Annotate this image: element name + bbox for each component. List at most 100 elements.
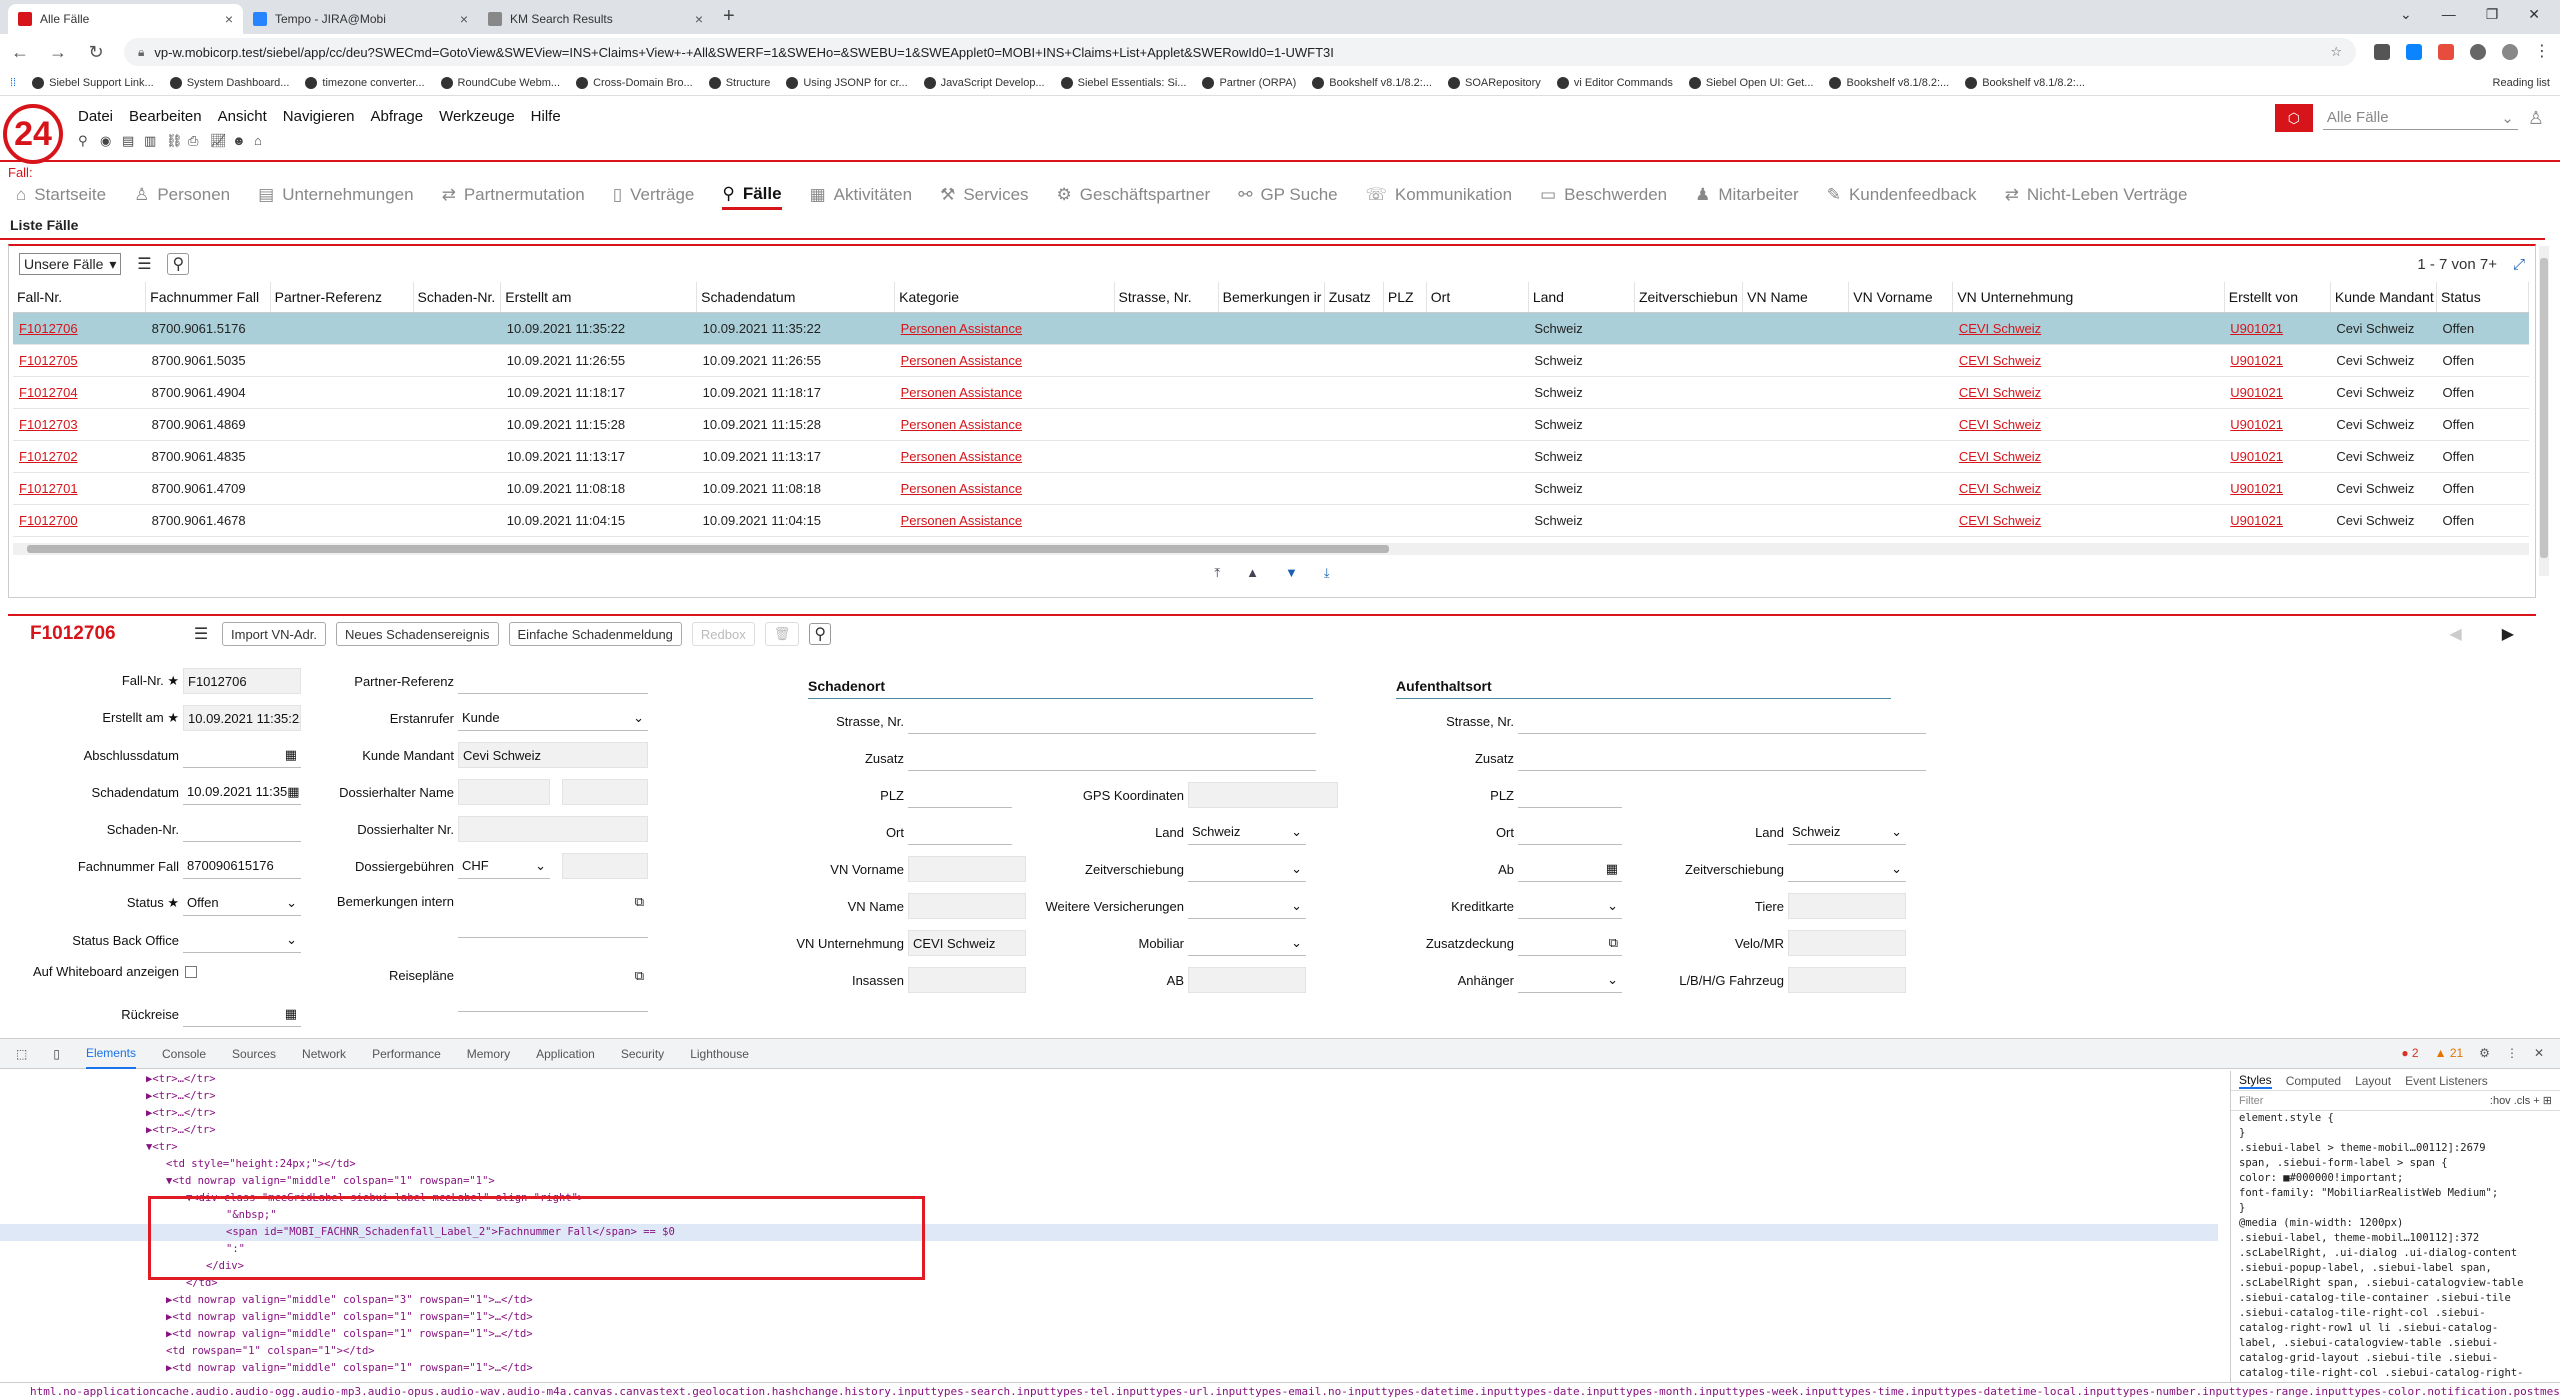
screen-tab[interactable]: ⌂ Startseite [16,180,106,210]
devtools-tab[interactable]: Elements [85,1039,136,1069]
cell-link[interactable]: U901021 [2230,449,2283,464]
cell-link[interactable]: CEVI Schweiz [1959,417,2041,432]
devtools-tab[interactable]: Console [162,1047,206,1061]
cell-link[interactable]: CEVI Schweiz [1959,353,2041,368]
screen-tab[interactable]: ✎ Kundenfeedback [1827,180,1977,210]
screen-tab[interactable]: ♟ Mitarbeiter [1695,180,1799,210]
redbox-button[interactable]: Redbox [691,622,755,646]
column-header[interactable]: Fachnummer Fall [145,282,271,313]
cell-link[interactable]: Personen Assistance [901,385,1022,400]
cell-link[interactable]: U901021 [2230,417,2283,432]
forward-icon[interactable]: → [48,42,68,63]
doc-icon[interactable]: ▤ [122,134,136,148]
dom-node-line[interactable]: <span id="MOBI_FACHNR_Schadenfall_Label_… [0,1224,2218,1241]
screen-tab[interactable]: ⚲ Fälle [722,180,782,210]
column-header[interactable]: Status [2436,282,2529,313]
dom-node-line[interactable]: ▶<td nowrap valign="middle" colspan="3" … [0,1292,2218,1309]
calendar-icon[interactable]: ▦ [1606,861,1618,877]
view-selector[interactable]: Alle Fälle ⌄ [2322,106,2518,130]
search-icon[interactable]: ⚲ [809,623,832,645]
cell-link[interactable]: Personen Assistance [901,353,1022,368]
bookmark-item[interactable]: Bookshelf v8.1/8.2:... [1829,76,1949,89]
warning-count[interactable]: ▲ 21 [2435,1046,2464,1060]
cell-link[interactable]: F1012701 [19,481,78,496]
user-icon[interactable]: ♙ [2528,108,2544,129]
menu-item[interactable]: Ansicht [218,108,267,125]
previous-record-icon[interactable]: ▲ [1246,565,1259,581]
next-record-icon[interactable]: ▼ [1285,565,1298,581]
calendar-icon[interactable]: ▦ [285,1006,297,1022]
styles-tab[interactable]: Layout [2355,1074,2391,1088]
bookmark-item[interactable]: Bookshelf v8.1/8.2:... [1312,76,1432,89]
screen-tab[interactable]: ⇄ Nicht-Leben Verträge [2005,180,2188,210]
dom-node-line[interactable]: ▼<tr> [0,1139,2218,1156]
menu-item[interactable]: Werkzeuge [439,108,515,125]
column-header[interactable]: Bemerkungen ir [1218,282,1325,313]
expand-icon[interactable]: ⧉ [635,894,644,910]
column-header[interactable]: Strasse, Nr. [1114,282,1219,313]
styles-tab[interactable]: Computed [2286,1074,2341,1088]
bookmark-item[interactable]: Using JSONP for cr... [786,76,908,89]
devtools-tab[interactable]: Lighthouse [690,1047,749,1061]
column-header[interactable]: Schadendatum [696,282,896,313]
device-toggle-icon[interactable]: ▯ [53,1047,60,1061]
a-plz-field[interactable] [1518,782,1622,808]
devtools-tab[interactable]: Performance [372,1047,441,1061]
note-icon[interactable]: ▥ [144,134,158,148]
zusatzdeckung-field[interactable]: ⧉ [1518,930,1622,956]
fahrzeug-field[interactable] [1788,967,1906,993]
tab-search-icon[interactable]: ⌄ [2400,6,2412,23]
dom-node-line[interactable]: "&nbsp;" [0,1207,2218,1224]
currency-select[interactable]: CHF ⌄ [458,853,550,879]
bookmark-item[interactable]: vi Editor Commands [1556,76,1673,89]
search-icon[interactable]: ⚲ [78,134,92,148]
menu-item[interactable]: Datei [78,108,113,125]
dom-node-line[interactable]: ▶<td nowrap valign="middle" colspan="1" … [0,1309,2218,1326]
abschlussdatum-field[interactable]: ▦ [183,742,301,768]
devtools-tab[interactable]: Memory [467,1047,510,1061]
dom-node-line[interactable]: ":" [0,1241,2218,1258]
browser-tab[interactable]: Alle Fälle × [8,4,243,34]
dom-node-line[interactable]: <td style="height:24px;"></td> [0,1156,2218,1173]
cell-link[interactable]: Personen Assistance [901,449,1022,464]
dom-node-line[interactable]: ▶<tr>…</tr> [0,1071,2218,1088]
minimize-icon[interactable]: — [2442,6,2456,23]
dom-node-line[interactable]: ▶<tr>…</tr> [0,1105,2218,1122]
cube-icon[interactable]: ⬡ [2274,104,2313,132]
a-strasse-field[interactable] [1518,708,1926,734]
dossiergebuehren-amount[interactable] [562,853,648,879]
screen-tab[interactable]: ♙ Personen [134,180,230,210]
users-icon[interactable]: ☻ [232,134,246,148]
bookmark-item[interactable]: System Dashboard... [169,76,289,89]
column-header[interactable]: Kunde Mandant [2330,282,2438,313]
strasse-field[interactable] [908,708,1316,734]
table-row[interactable]: F1012701 8700.9061.4709 10.09.2021 11:08:1… [13,472,2529,505]
kunde-mandant-field[interactable]: Cevi Schweiz [458,742,648,768]
extension-icon[interactable] [2406,44,2422,60]
close-icon[interactable]: × [460,11,468,27]
bookmark-item[interactable]: SOARepository [1448,76,1541,89]
devtools-tab[interactable]: Network [302,1047,346,1061]
weitere-versicherungen-select[interactable]: ⌄ [1188,893,1306,919]
bemerkungen-textarea[interactable]: ⧉ [458,890,648,938]
erstellt-am-field[interactable]: 10.09.2021 11:35:22 [183,705,301,731]
devtools-tab[interactable]: Sources [232,1047,276,1061]
dossierhalter-name-field-2[interactable] [562,779,648,805]
dom-breadcrumb[interactable]: html.no-applicationcache.audio.audio-ogg… [0,1382,2560,1400]
schadendatum-field[interactable]: 10.09.2021 11:35 ▦ [183,779,301,805]
scroll-thumb[interactable] [27,544,1389,553]
hamburger-menu-icon[interactable]: ☰ [190,623,212,645]
cell-link[interactable]: Personen Assistance [901,321,1022,336]
import-vn-address-button[interactable]: Import VN-Adr. [222,622,326,646]
url-field[interactable]: 🔒︎ vp-w.mobicorp.test/siebel/app/cc/deu?… [124,38,2356,66]
extension-icon[interactable] [2438,44,2454,60]
calendar-icon[interactable]: ▦ [287,784,299,800]
bookmark-item[interactable]: JavaScript Develop... [923,76,1045,89]
cell-link[interactable]: U901021 [2230,481,2283,496]
column-header[interactable]: VN Vorname [1848,282,1954,313]
cell-link[interactable]: F1012702 [19,449,78,464]
ort-field[interactable] [908,819,1012,845]
link-icon[interactable]: ⛓ [166,134,183,148]
schaden-nr-field[interactable] [183,816,301,842]
bookmark-item[interactable]: Partner (ORPA) [1202,76,1296,89]
